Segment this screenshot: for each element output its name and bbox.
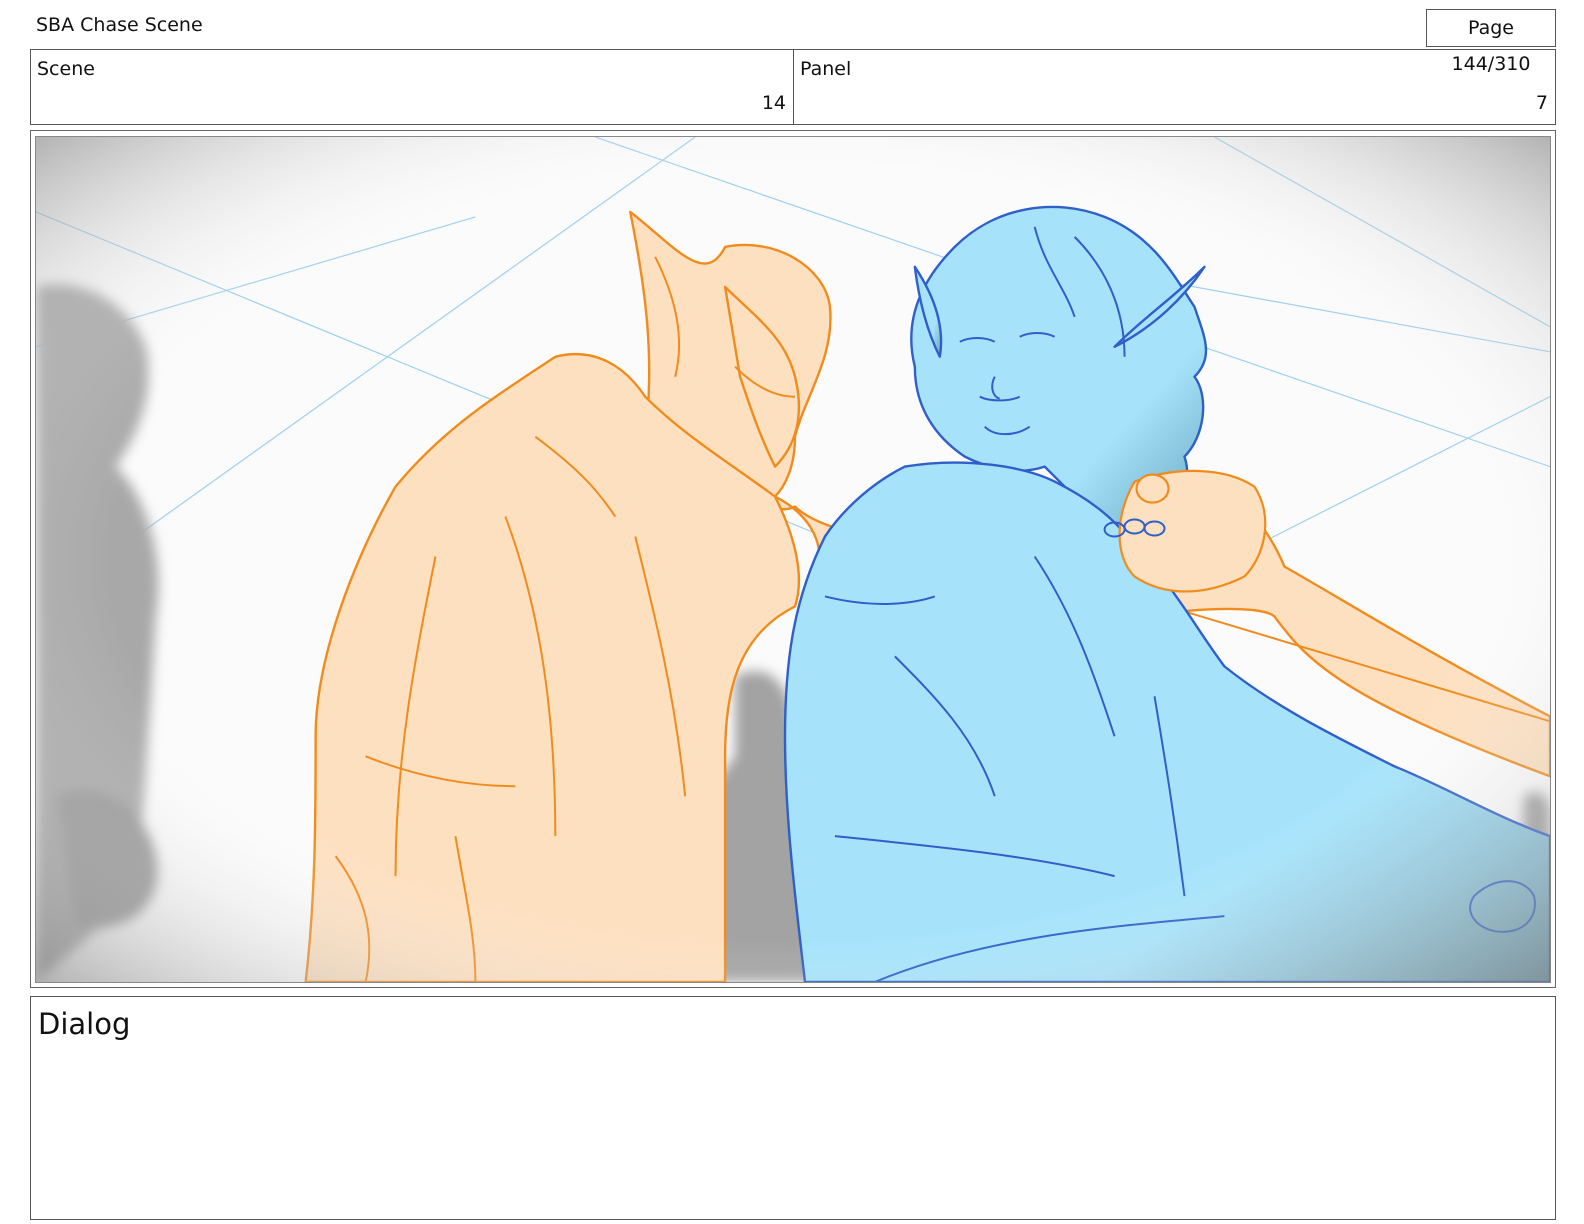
scene-label: Scene [37,58,95,80]
panel-cell: Panel 7 [794,50,1555,124]
storyboard-frame [30,130,1556,988]
vignette [36,137,1550,982]
document-title: SBA Chase Scene [36,14,203,36]
dialog-label: Dialog [38,1007,131,1041]
scene-number: 14 [761,92,786,114]
panel-number: 7 [1535,92,1548,114]
page-number: Page 144/310 [1426,9,1556,75]
scene-cell: Scene 14 [31,50,794,124]
panel-label: Panel [800,58,852,80]
dialog-box: Dialog [30,996,1556,1220]
storyboard-image [35,136,1551,983]
sketch-illustration [36,137,1550,982]
scene-panel-info-row: Scene 14 Panel 7 [30,49,1556,125]
